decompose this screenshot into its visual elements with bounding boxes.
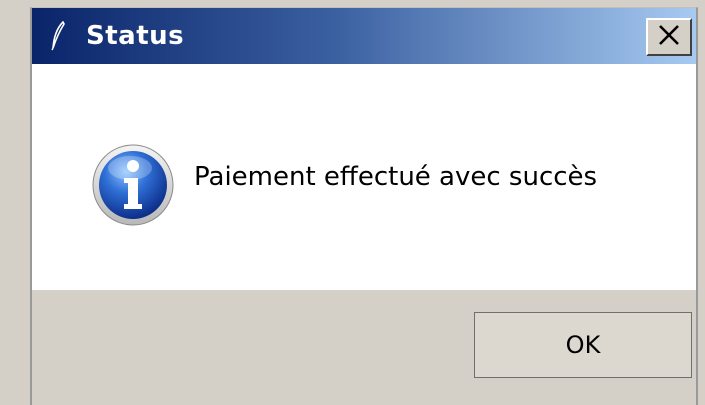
- feather-icon: [48, 18, 68, 54]
- status-message: Paiement effectué avec succès: [194, 162, 598, 192]
- ok-button[interactable]: OK: [474, 312, 692, 378]
- dialog-title: Status: [86, 21, 185, 51]
- info-icon: [90, 142, 176, 228]
- dialog-content: Paiement effectué avec succès: [32, 64, 696, 290]
- status-dialog: Status Paiement effectué avec succès OK: [30, 7, 698, 405]
- close-button[interactable]: [646, 18, 692, 56]
- close-icon: [656, 22, 682, 52]
- button-area: OK: [32, 290, 696, 405]
- title-bar[interactable]: Status: [32, 8, 696, 64]
